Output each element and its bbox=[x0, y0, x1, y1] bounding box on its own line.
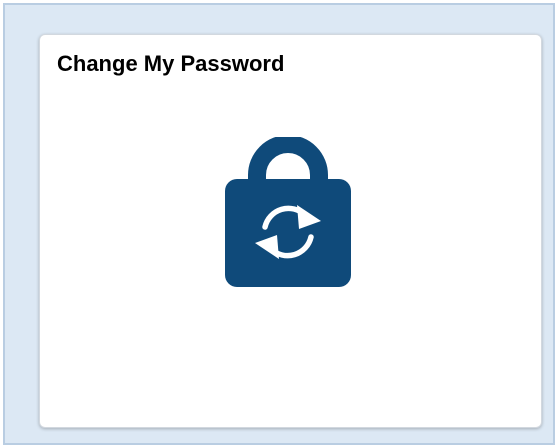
lock-refresh-icon bbox=[223, 137, 353, 287]
tile-container: Change My Password bbox=[3, 3, 555, 445]
tile-title: Change My Password bbox=[57, 51, 285, 76]
change-password-tile[interactable]: Change My Password bbox=[39, 34, 542, 428]
